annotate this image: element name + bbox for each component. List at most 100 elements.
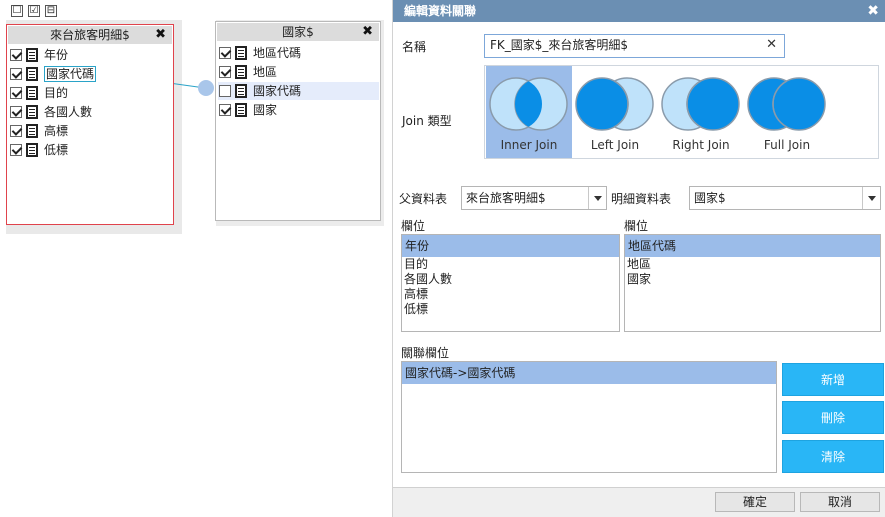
list-item[interactable]: 地區代碼	[625, 235, 880, 257]
close-icon[interactable]: ✖	[155, 26, 166, 44]
field-row[interactable]: 高標	[10, 122, 68, 140]
dialog-titlebar[interactable]: 編輯資料關聯 ✖	[393, 0, 885, 22]
list-item[interactable]: 低標	[402, 302, 619, 317]
table-title-text: 來台旅客明細$	[50, 28, 130, 42]
relations-label: 關聯欄位	[401, 346, 450, 360]
detail-table-value: 國家$	[694, 191, 726, 205]
parent-table-value: 來台旅客明細$	[466, 191, 546, 205]
join-option-label: Left Join	[590, 138, 640, 152]
field-row[interactable]: 國家	[219, 101, 277, 119]
detail-table-select[interactable]: 國家$	[689, 186, 881, 210]
field-row[interactable]: 各國人數	[10, 103, 92, 121]
parent-table-label: 父資料表	[399, 192, 448, 206]
field-doc-icon	[26, 67, 38, 81]
table-box-detail[interactable]: 國家$ ✖ 地區代碼 地區 國家代碼 國家	[215, 21, 381, 221]
checkbox[interactable]	[219, 47, 231, 59]
list-item[interactable]: 各國人數	[402, 272, 619, 287]
field-row[interactable]: 地區代碼	[219, 44, 301, 62]
table-title[interactable]: 國家$ ✖	[217, 23, 379, 41]
parent-table-select[interactable]: 來台旅客明細$	[461, 186, 607, 210]
detail-table-label: 明細資料表	[611, 192, 672, 206]
clear-button[interactable]: 清除	[782, 440, 884, 473]
checkbox[interactable]	[10, 125, 22, 137]
field-doc-icon	[26, 143, 38, 157]
join-option-full[interactable]: Full Join	[744, 66, 830, 158]
field-doc-icon	[235, 103, 247, 117]
list-item[interactable]: 年份	[402, 235, 619, 257]
list-item[interactable]: 地區	[625, 257, 880, 272]
field-label: 各國人數	[44, 105, 93, 119]
field-label: 目的	[44, 86, 69, 100]
checkbox[interactable]	[10, 68, 22, 80]
join-option-inner[interactable]: Inner Join	[486, 66, 572, 158]
field-row[interactable]: 低標	[10, 141, 68, 159]
field-doc-icon	[235, 46, 247, 60]
field-label: 年份	[44, 48, 69, 62]
list-item[interactable]: 目的	[402, 257, 619, 272]
cancel-button[interactable]: 取消	[800, 492, 880, 512]
chevron-down-icon[interactable]	[862, 187, 880, 209]
name-label: 名稱	[402, 40, 427, 54]
field-row[interactable]: 目的	[10, 84, 68, 102]
checkbox[interactable]	[10, 144, 22, 156]
join-option-label: Right Join	[672, 138, 730, 152]
field-row[interactable]: 國家代碼	[218, 82, 379, 100]
field-doc-icon	[26, 124, 38, 138]
join-option-right[interactable]: Right Join	[658, 66, 744, 158]
dialog-footer: 確定 取消	[393, 487, 885, 517]
parent-fields-list[interactable]: 年份 目的 各國人數 高標 低標	[401, 234, 620, 332]
delete-button[interactable]: 刪除	[782, 401, 884, 434]
field-doc-icon	[26, 105, 38, 119]
full-join-icon	[747, 77, 826, 131]
name-input[interactable]: FK_國家$_來台旅客明細$ ✕	[484, 34, 785, 58]
join-option-left[interactable]: Left Join	[572, 66, 658, 158]
detail-fields-list[interactable]: 地區代碼 地區 國家	[624, 234, 881, 332]
clear-icon[interactable]: ✕	[766, 35, 777, 55]
field-label: 地區	[253, 65, 278, 79]
join-option-label: Full Join	[763, 138, 811, 152]
dialog-title: 編輯資料關聯	[404, 4, 477, 18]
field-doc-icon	[26, 86, 38, 100]
join-type-label: Join 類型	[402, 114, 452, 128]
table-box-parent[interactable]: 來台旅客明細$ ✖ 年份 國家代碼 目的 各國人數 高標 低標	[6, 24, 174, 225]
left-join-icon	[575, 77, 654, 131]
chevron-down-icon[interactable]	[588, 187, 606, 209]
field-row[interactable]: 地區	[219, 63, 277, 81]
field-doc-icon	[26, 48, 38, 62]
list-item[interactable]: 國家	[625, 272, 880, 287]
relations-list[interactable]: 國家代碼->國家代碼	[401, 361, 777, 473]
field-label: 地區代碼	[253, 46, 302, 60]
checkbox[interactable]	[219, 85, 231, 97]
checkbox[interactable]	[219, 104, 231, 116]
field-label: 國家	[253, 103, 278, 117]
table-title[interactable]: 來台旅客明細$ ✖	[8, 26, 172, 44]
field-label: 國家代碼	[44, 66, 97, 82]
close-icon[interactable]: ✖	[362, 23, 373, 41]
parent-fields-label: 欄位	[401, 219, 426, 233]
checkbox[interactable]	[10, 87, 22, 99]
connector-handle[interactable]	[198, 80, 214, 96]
field-doc-icon	[235, 65, 247, 79]
checkbox[interactable]	[10, 106, 22, 118]
join-option-label: Inner Join	[500, 138, 558, 152]
designer-canvas[interactable]: ☐ ☑ ⊟ 來台旅客明細$ ✖ 年份 國家代碼 目的 各國人數 高標 低標 國家…	[0, 0, 392, 517]
list-item[interactable]: 高標	[402, 287, 619, 302]
inner-join-icon	[489, 77, 568, 131]
edit-relation-dialog: 編輯資料關聯 ✖ 名稱 FK_國家$_來台旅客明細$ ✕ Join 類型 Inn…	[392, 0, 885, 517]
ok-button[interactable]: 確定	[715, 492, 795, 512]
close-icon[interactable]: ✖	[867, 0, 879, 22]
add-button[interactable]: 新增	[782, 363, 884, 396]
field-label: 高標	[44, 124, 69, 138]
table-title-text: 國家$	[282, 25, 314, 39]
checkbox[interactable]	[219, 66, 231, 78]
field-label: 國家代碼	[253, 84, 302, 98]
right-join-icon	[661, 77, 740, 131]
field-row[interactable]: 年份	[10, 46, 68, 64]
field-label: 低標	[44, 143, 69, 157]
detail-fields-label: 欄位	[624, 219, 649, 233]
list-item[interactable]: 國家代碼->國家代碼	[402, 362, 776, 384]
checkbox[interactable]	[10, 49, 22, 61]
join-type-panel: Inner Join Left Join Right Join Full Joi…	[484, 65, 879, 159]
field-row[interactable]: 國家代碼	[10, 65, 97, 83]
field-doc-icon	[235, 84, 247, 98]
